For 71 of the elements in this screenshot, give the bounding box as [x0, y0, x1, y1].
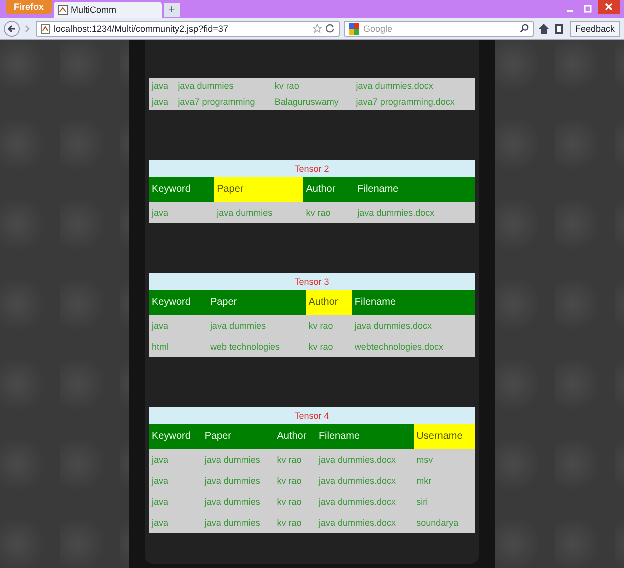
table-cell: kv rao: [274, 512, 316, 533]
table-cell: java dummies: [175, 78, 272, 94]
table-cell: java: [149, 202, 214, 223]
table-title: Tensor 2: [149, 160, 475, 177]
table-cell: java: [149, 512, 202, 533]
column-header: Filename: [316, 424, 414, 449]
google-logo-icon: [349, 22, 360, 34]
table-cell: webtechnologies.docx: [352, 336, 475, 357]
table-cell: java: [149, 491, 202, 512]
reload-icon[interactable]: [326, 24, 336, 33]
column-header: Author: [306, 290, 352, 315]
column-header: Username: [414, 424, 475, 449]
table-cell: java dummies.docx: [352, 315, 475, 336]
table-cell: java7 programming: [175, 94, 272, 110]
table-cell: java dummies.docx: [316, 449, 414, 470]
table-title: Tensor 3: [149, 273, 475, 290]
new-tab-button[interactable]: +: [164, 3, 180, 17]
feedback-button[interactable]: Feedback: [570, 20, 620, 36]
column-header: Keyword: [149, 290, 208, 315]
table-cell: java dummies: [207, 315, 306, 336]
table-cell: web technologies: [207, 336, 306, 357]
table-cell: java dummies: [202, 491, 274, 512]
column-header: Paper: [202, 424, 274, 449]
table-cell: java dummies.docx: [316, 512, 414, 533]
table-cell: java dummies.docx: [354, 202, 475, 223]
column-header: Keyword: [149, 424, 202, 449]
close-icon[interactable]: [598, 0, 620, 14]
table-cell: java: [149, 449, 202, 470]
table-cell: kv rao: [274, 491, 316, 512]
maximize-icon[interactable]: [583, 4, 593, 14]
table-cell: java dummies: [202, 449, 274, 470]
table-cell: siri: [414, 491, 475, 512]
table-cell: kv rao: [306, 336, 352, 357]
table-cell: msv: [414, 449, 475, 470]
star-icon[interactable]: [313, 24, 322, 33]
home-icon[interactable]: [538, 22, 550, 34]
search-icon[interactable]: [520, 24, 530, 33]
column-header: Filename: [352, 290, 475, 315]
table-cell: java7 programming.docx: [353, 94, 475, 110]
table-cell: java: [149, 78, 176, 94]
page-icon: [41, 24, 50, 34]
column-header: Keyword: [149, 177, 214, 202]
table-title: Tensor 4: [149, 407, 475, 424]
table-cell: java dummies.docx: [353, 78, 475, 94]
column-header: Paper: [207, 290, 306, 315]
table-cell: Balaguruswamy: [272, 94, 354, 110]
column-header: Filename: [354, 177, 475, 202]
table-cell: kv rao: [306, 315, 352, 336]
browser-tab[interactable]: MultiComm: [54, 2, 162, 18]
table-cell: kv rao: [274, 449, 316, 470]
table-cell: java dummies.docx: [316, 470, 414, 491]
column-header: Paper: [214, 177, 304, 202]
table-cell: java: [149, 94, 176, 110]
page-icon: [58, 5, 68, 15]
table-cell: java: [149, 470, 202, 491]
table-cell: java dummies: [202, 470, 274, 491]
table-cell: mkr: [414, 470, 475, 491]
table-cell: kv rao: [272, 78, 354, 94]
table-cell: html: [149, 336, 208, 357]
table-cell: kv rao: [274, 470, 316, 491]
table-cell: java dummies: [214, 202, 304, 223]
table-cell: java: [149, 315, 208, 336]
table-cell: kv rao: [303, 202, 355, 223]
table-cell: java dummies: [202, 512, 274, 533]
back-icon[interactable]: [4, 20, 20, 36]
table-cell: soundarya: [414, 512, 475, 533]
column-header: Author: [274, 424, 316, 449]
tab-title: MultiComm: [71, 5, 117, 15]
table-cell: java dummies.docx: [316, 491, 414, 512]
column-header: Author: [303, 177, 355, 202]
address-bar[interactable]: localhost:1234/Multi/community2.jsp?fid=37: [36, 20, 340, 36]
